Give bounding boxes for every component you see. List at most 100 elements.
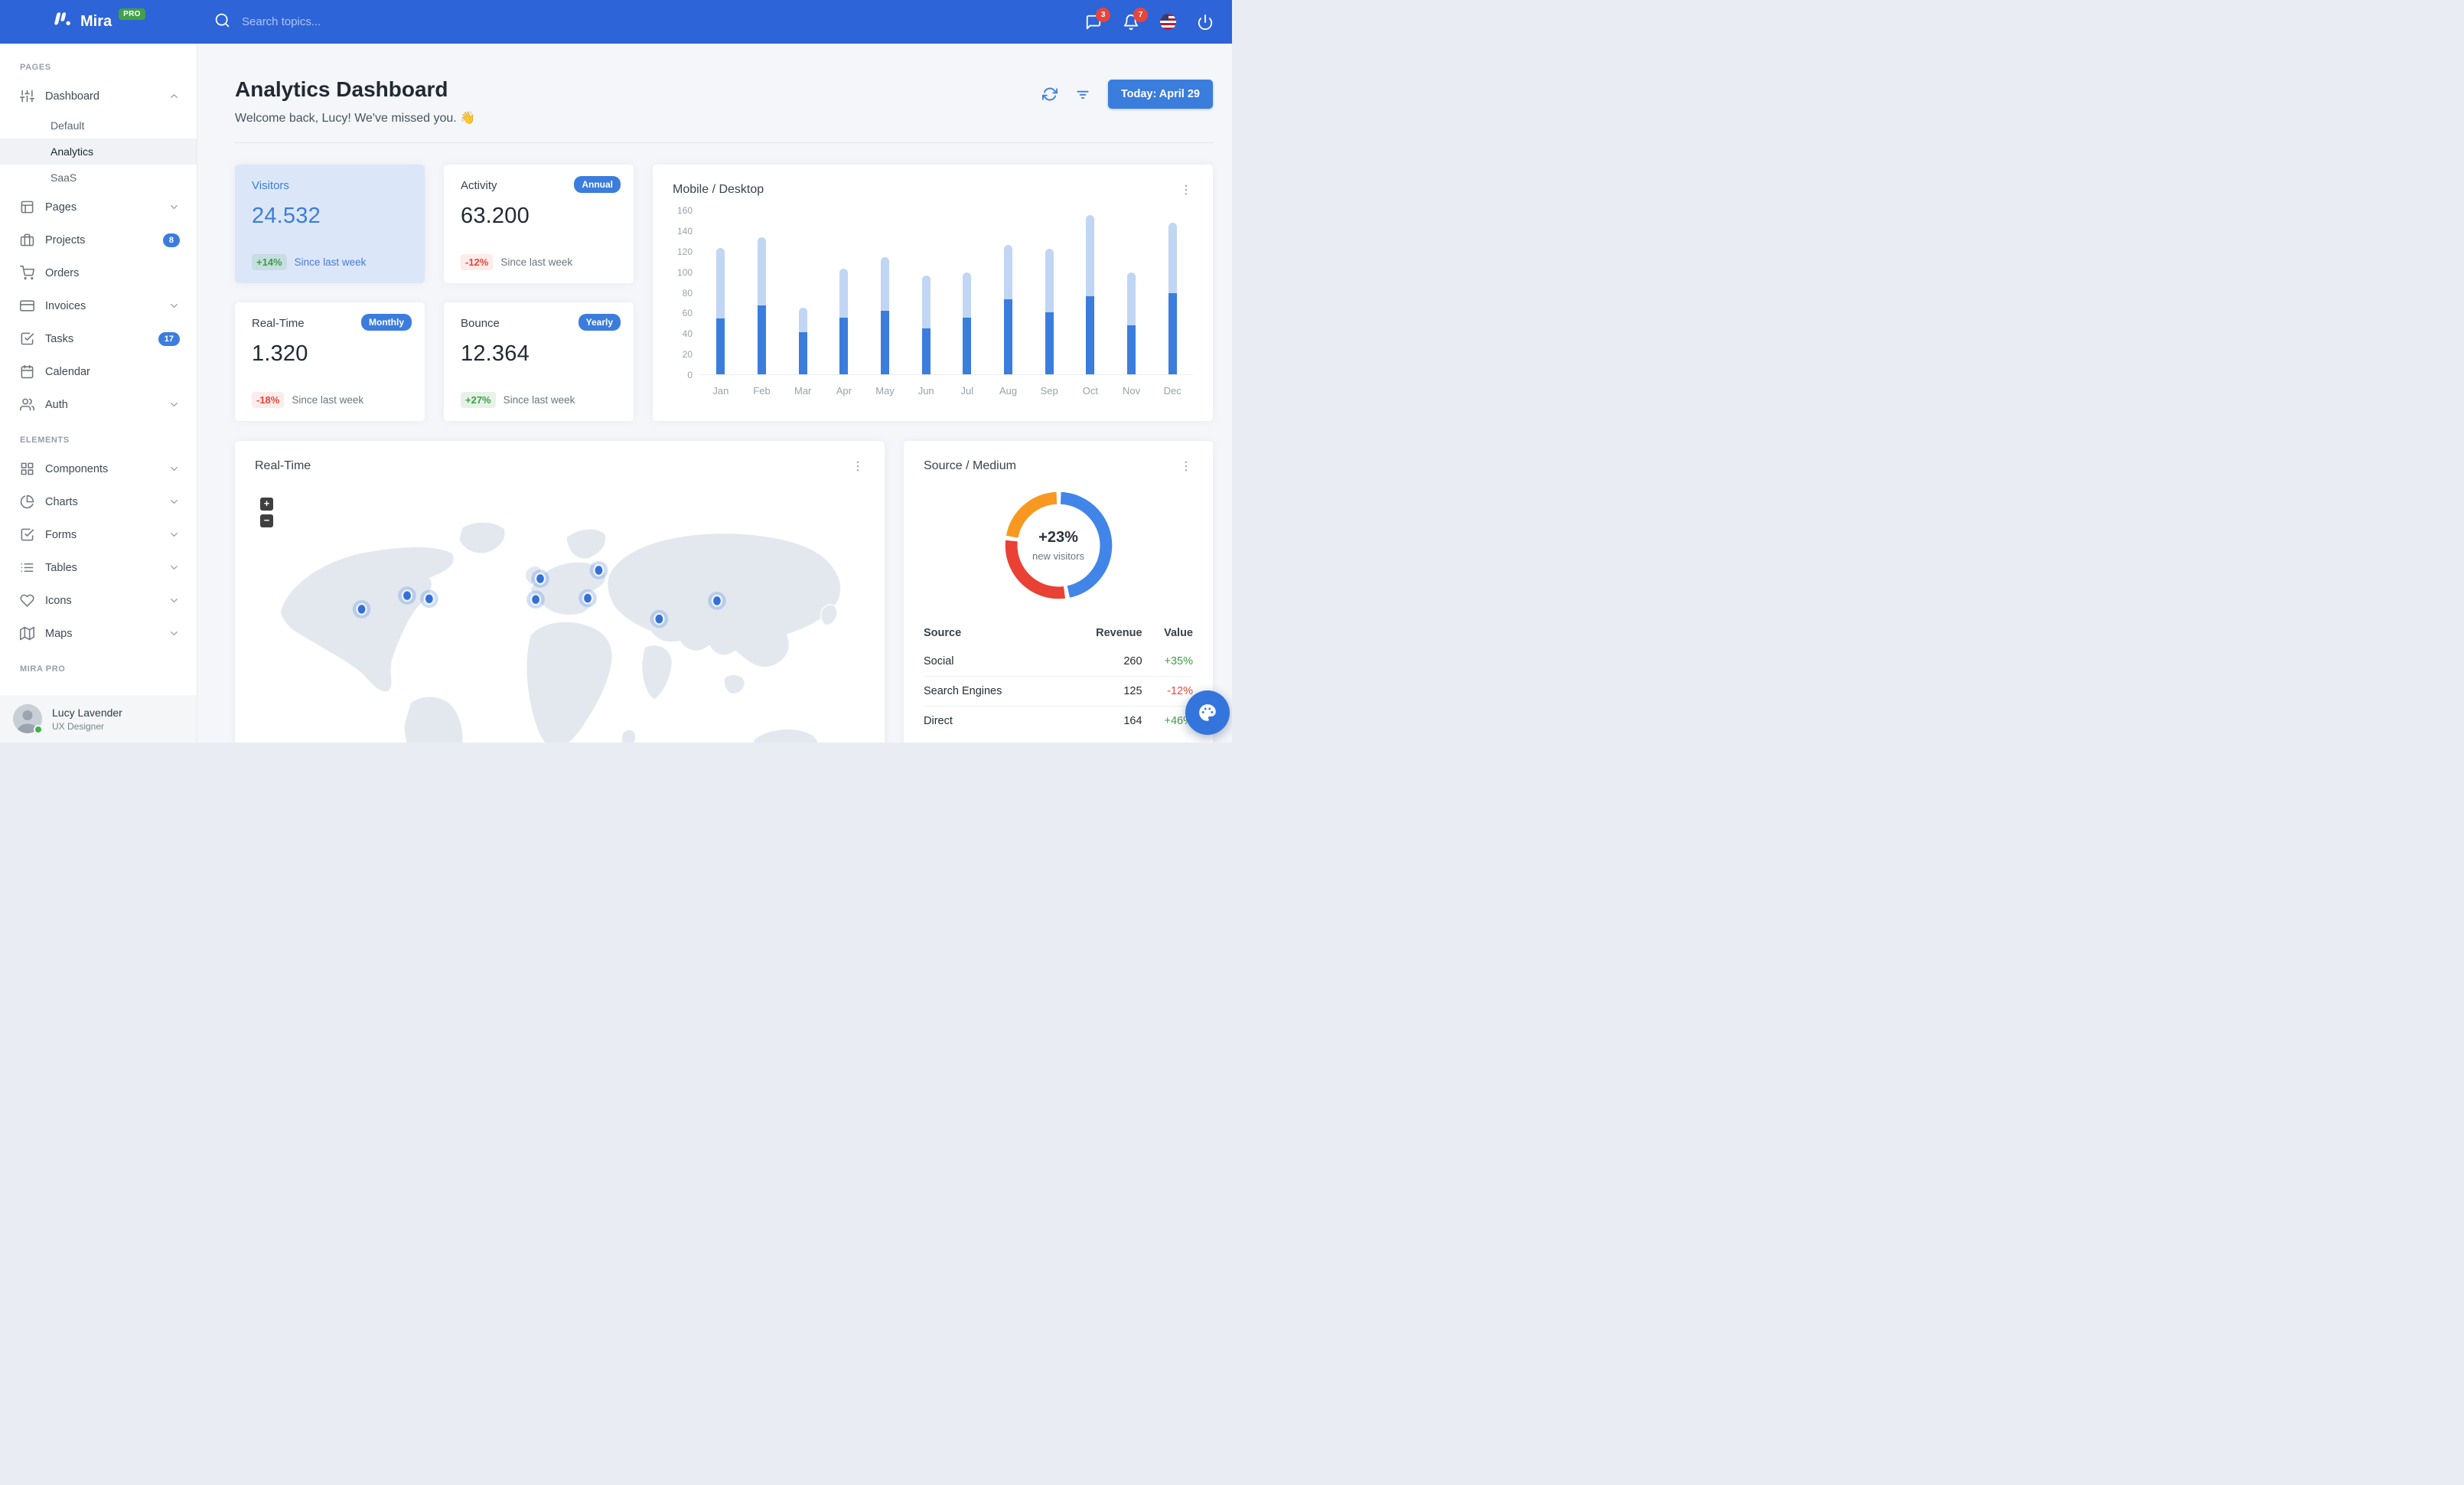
- sidebar-subitem-default[interactable]: Default: [0, 113, 197, 139]
- sidebar-item-label: Icons: [45, 594, 72, 607]
- user-role: UX Designer: [52, 720, 105, 732]
- chevron-down-icon: [168, 496, 180, 508]
- sidebar-item-forms[interactable]: Forms: [0, 518, 197, 551]
- bar-may[interactable]: [865, 211, 906, 374]
- map-zoom-out-button[interactable]: −: [260, 514, 273, 527]
- bar-sep[interactable]: [1028, 211, 1070, 374]
- search-input[interactable]: [240, 15, 416, 29]
- sidebar-item-label: Components: [45, 462, 109, 475]
- sidebar-item-charts[interactable]: Charts: [0, 485, 197, 518]
- messages-count-badge: 3: [1096, 7, 1110, 22]
- filter-icon[interactable]: [1075, 86, 1090, 102]
- bar-jun[interactable]: [905, 211, 947, 374]
- chart-menu-dots-icon[interactable]: [1179, 183, 1193, 197]
- bar-nov[interactable]: [1111, 211, 1152, 374]
- period-badge[interactable]: Annual: [574, 176, 621, 193]
- map-marker[interactable]: [708, 591, 726, 610]
- brand-name: Mira: [80, 13, 112, 30]
- stat-value: 24.532: [252, 204, 321, 228]
- bar-mar[interactable]: [782, 211, 823, 374]
- bar-dec[interactable]: [1152, 211, 1193, 374]
- period-badge[interactable]: Monthly: [361, 314, 412, 331]
- map-marker[interactable]: [650, 609, 669, 628]
- avatar: [13, 704, 43, 734]
- bar-jul[interactable]: [947, 211, 988, 374]
- stat-caption: Since last week: [500, 256, 573, 268]
- sidebar-item-pages[interactable]: Pages: [0, 191, 197, 224]
- sidebar-user[interactable]: Lucy Lavender UX Designer: [0, 695, 197, 742]
- bar-chart-x-axis: Jan Feb Mar Apr May Jun Jul Aug Sep Oct Nov Dec: [700, 385, 1193, 397]
- welcome-text: Welcome back, Lucy! We've missed you. 👋: [235, 112, 476, 125]
- map-marker[interactable]: [419, 589, 438, 609]
- language-flag-us[interactable]: [1160, 14, 1176, 30]
- main-content: Analytics Dashboard Welcome back, Lucy! …: [197, 44, 1232, 742]
- map-marker[interactable]: [531, 570, 549, 588]
- chevron-down-icon: [168, 201, 180, 213]
- notifications-button[interactable]: 7: [1123, 7, 1148, 31]
- sidebar-item-tasks[interactable]: Tasks 17: [0, 322, 197, 355]
- map-zoom-in-button[interactable]: +: [260, 498, 273, 511]
- y-tick-label: 20: [682, 349, 693, 361]
- bar-jan[interactable]: [700, 211, 741, 374]
- map-marker[interactable]: [589, 561, 608, 579]
- sidebar-item-tables[interactable]: Tables: [0, 551, 197, 584]
- delta-badge: -12%: [461, 254, 494, 270]
- map-marker[interactable]: [398, 586, 416, 605]
- page-title: Analytics Dashboard: [235, 77, 448, 101]
- x-tick-label: Mar: [794, 385, 812, 397]
- source-menu-dots-icon[interactable]: [1179, 459, 1193, 473]
- map-marker[interactable]: [352, 600, 371, 618]
- notifications-count-badge: 7: [1133, 7, 1148, 22]
- bar-feb[interactable]: [741, 211, 783, 374]
- sidebar-item-icons[interactable]: Icons: [0, 584, 197, 617]
- map-marker[interactable]: [526, 590, 545, 609]
- sidebar-item-components[interactable]: Components: [0, 452, 197, 485]
- table-row-social: Social 260 +35%: [924, 647, 1193, 677]
- date-range-button[interactable]: Today: April 29: [1107, 80, 1213, 109]
- map-menu-dots-icon[interactable]: [851, 459, 865, 473]
- y-tick-label: 140: [676, 225, 693, 237]
- credit-card-icon: [20, 299, 34, 313]
- source-card-title: Source / Medium: [924, 459, 1016, 472]
- refresh-icon[interactable]: [1041, 86, 1058, 102]
- map-card-title: Real-Time: [255, 459, 311, 472]
- y-tick-label: 80: [682, 287, 693, 299]
- table-row-direct: Direct 164 +46%: [924, 706, 1193, 736]
- power-icon: [1197, 14, 1214, 31]
- bar-chart-y-axis: 0 20 40 60 80 100 120 140 160: [673, 205, 693, 380]
- realtime-map-card: Real-Time + −: [235, 441, 885, 742]
- sidebar-item-invoices[interactable]: Invoices: [0, 289, 197, 322]
- navbar-actions: 3 7: [1085, 7, 1232, 31]
- sidebar-subitem-analytics[interactable]: Analytics: [0, 139, 197, 165]
- period-badge[interactable]: Yearly: [578, 314, 621, 331]
- world-map: + −: [235, 488, 885, 742]
- map-marker[interactable]: [579, 589, 597, 608]
- y-tick-label: 60: [682, 308, 693, 319]
- messages-button[interactable]: 3: [1085, 7, 1110, 31]
- bar-aug[interactable]: [988, 211, 1029, 374]
- x-tick-label: Nov: [1122, 385, 1141, 397]
- logout-button[interactable]: [1197, 14, 1214, 31]
- bar-apr[interactable]: [823, 211, 865, 374]
- sidebar: PAGES Dashboard Default Analytics SaaS Pages P…: [0, 44, 197, 742]
- brand[interactable]: Mira PRO: [54, 8, 145, 34]
- bar-oct[interactable]: [1070, 211, 1111, 374]
- sidebar-item-auth[interactable]: Auth: [0, 388, 197, 421]
- stat-card-real-time: Real-Time Monthly 1.320 -18% Since last week: [235, 302, 425, 421]
- x-tick-label: Dec: [1163, 385, 1181, 397]
- theme-settings-fab[interactable]: [1185, 690, 1230, 735]
- count-badge: 17: [158, 331, 180, 346]
- x-tick-label: Jan: [712, 385, 729, 397]
- stacked-bar-chart: 0 20 40 60 80 100 120 140 160 Jan Feb Mar Apr May Jun…: [673, 205, 1193, 397]
- sidebar-item-calendar[interactable]: Calendar: [0, 355, 197, 388]
- mobile-desktop-card: Mobile / Desktop 0 20 40 60 80 100 120 140 160 J…: [653, 165, 1213, 421]
- pro-badge: PRO: [119, 8, 145, 20]
- sidebar-subitem-saas[interactable]: SaaS: [0, 165, 197, 191]
- sidebar-item-dashboard[interactable]: Dashboard: [0, 80, 197, 113]
- sidebar-item-maps[interactable]: Maps: [0, 617, 197, 650]
- sidebar-item-projects[interactable]: Projects 8: [0, 224, 197, 256]
- sidebar-item-orders[interactable]: Orders: [0, 256, 197, 289]
- x-tick-label: Sep: [1040, 385, 1058, 397]
- sidebar-item-label: Projects: [45, 233, 86, 246]
- check-square-icon: [20, 527, 34, 542]
